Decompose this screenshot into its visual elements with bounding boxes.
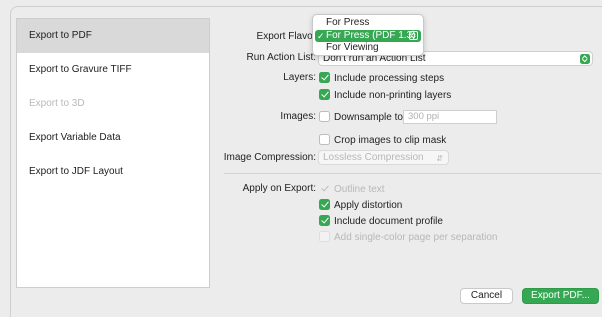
apply-distortion-checkbox[interactable]: Apply distortion — [319, 199, 402, 211]
sidebar-item-export-3d: Export to 3D — [29, 98, 85, 109]
checkmark-icon — [319, 89, 330, 100]
outline-text-checkbox: Outline text — [319, 183, 385, 195]
sidebar-item-export-jdf-layout[interactable]: Export to JDF Layout — [17, 155, 209, 189]
add-single-color-page-label: Add single-color page per separation — [334, 232, 498, 243]
up-down-chevron-icon: ⇵ — [436, 154, 443, 163]
menu-item-for-press-pdf-1-3[interactable]: ✓ For Press (PDF 1.3) — [315, 29, 421, 42]
downsample-checkbox[interactable]: Downsample to — [319, 111, 403, 123]
include-processing-steps-label: Include processing steps — [334, 73, 445, 84]
sidebar-item-export-variable-data[interactable]: Export Variable Data — [17, 121, 209, 155]
images-label: Images: — [280, 111, 316, 122]
image-compression-label: Image Compression: — [223, 152, 316, 163]
export-type-sidebar: Export to PDF Export to Gravure TIFF Exp… — [16, 18, 210, 288]
menu-item-for-press[interactable]: For Press — [313, 17, 423, 30]
include-document-profile-label: Include document profile — [334, 216, 443, 227]
image-compression-value: Lossless Compression — [323, 152, 424, 163]
outline-text-label: Outline text — [334, 184, 385, 195]
downsample-ppi-input[interactable]: 300 ppi — [403, 110, 497, 124]
checkmark-icon — [319, 72, 330, 83]
checkmark-icon — [319, 215, 330, 226]
export-flavor-popup-menu: For Press ✓ For Press (PDF 1.3) For View… — [312, 14, 424, 56]
menu-item-for-viewing[interactable]: For Viewing — [313, 42, 423, 55]
crop-images-label: Crop images to clip mask — [334, 135, 447, 146]
checkmark-icon: ✓ — [317, 30, 325, 41]
include-non-printing-layers-label: Include non-printing layers — [334, 90, 452, 101]
apply-distortion-label: Apply distortion — [334, 200, 403, 211]
run-action-list-label: Run Action List: — [246, 52, 316, 63]
up-down-chevron-icon — [409, 31, 418, 40]
apply-on-export-label: Apply on Export: — [242, 183, 316, 194]
export-flavor-label: Export Flavor — [256, 31, 316, 42]
layers-label: Layers: — [283, 72, 316, 83]
checkmark-icon — [319, 199, 330, 210]
include-document-profile-checkbox[interactable]: Include document profile — [319, 215, 443, 227]
cancel-button[interactable]: Cancel — [460, 288, 513, 304]
up-down-chevron-icon — [580, 53, 590, 64]
menu-item-for-press-pdf-1-3-label: For Press (PDF 1.3) — [326, 29, 416, 41]
checkmark-icon — [319, 183, 330, 194]
include-non-printing-layers-checkbox[interactable]: Include non-printing layers — [319, 89, 451, 101]
crop-images-checkbox[interactable]: Crop images to clip mask — [319, 134, 446, 146]
export-pdf-button[interactable]: Export PDF... — [522, 288, 599, 304]
sidebar-item-export-pdf[interactable]: Export to PDF — [17, 19, 209, 53]
section-divider — [224, 173, 601, 174]
downsample-label: Downsample to — [334, 112, 403, 123]
add-single-color-page-checkbox: Add single-color page per separation — [319, 231, 497, 243]
image-compression-select: Lossless Compression ⇵ — [318, 150, 449, 165]
include-processing-steps-checkbox[interactable]: Include processing steps — [319, 72, 444, 84]
sidebar-item-export-gravure-tiff[interactable]: Export to Gravure TIFF — [17, 53, 209, 87]
